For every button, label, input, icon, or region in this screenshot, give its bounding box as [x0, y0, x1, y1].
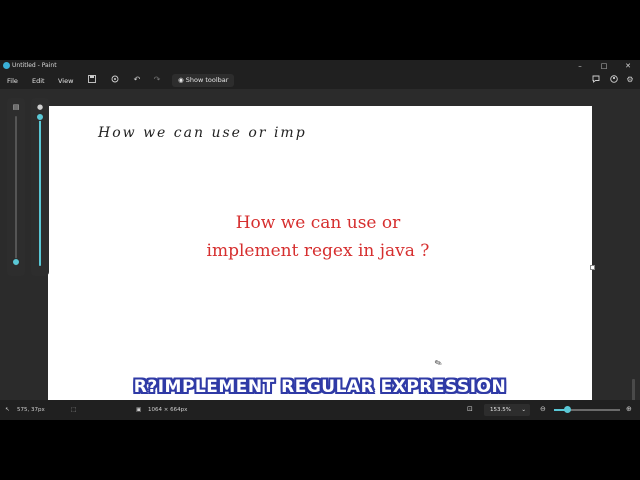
notification-icon[interactable] [591, 75, 601, 85]
fit-to-window-icon[interactable]: ⊡ [467, 405, 473, 413]
opacity-slider-panel: ● [31, 98, 49, 276]
show-toolbar-button[interactable]: ◉ Show toolbar [172, 74, 235, 87]
canvas-resize-handle[interactable] [590, 265, 595, 270]
handwritten-text: How we can use or imp [98, 125, 307, 141]
paint-window: Untitled - Paint – □ ✕ File Edit View ↶ … [0, 60, 640, 420]
window-title: Untitled - Paint [12, 62, 57, 69]
opacity-thumb[interactable] [36, 113, 44, 121]
minimize-icon[interactable]: – [568, 60, 592, 72]
drawing-canvas[interactable]: How we can use or imp How we can use or … [48, 106, 592, 400]
zoom-level: 153.5% [490, 407, 511, 413]
save-icon[interactable] [87, 75, 97, 85]
brush-size-icon: ▤ [12, 103, 20, 111]
menu-edit[interactable]: Edit [32, 77, 45, 85]
chevron-down-icon: ⌄ [521, 407, 526, 413]
redo-icon[interactable]: ↷ [152, 75, 162, 85]
paint-app-icon [3, 62, 10, 69]
cursor-icon: ↖ [5, 407, 10, 413]
eye-icon: ◉ [178, 76, 186, 84]
red-text-line-2: implement regex in java ? [206, 241, 430, 261]
share-icon[interactable] [110, 75, 120, 85]
canvas-area: How we can use or imp How we can use or … [0, 89, 640, 420]
canvas-size-icon: ▣ [136, 407, 142, 413]
maximize-icon[interactable]: □ [592, 60, 616, 72]
canvas-size: 1064 × 664px [148, 407, 188, 413]
brush-size-slider-panel: ▤ [7, 98, 25, 276]
red-text-line-1: How we can use or [235, 213, 401, 233]
undo-icon[interactable]: ↶ [132, 75, 142, 85]
pen-cursor-icon: ✎ [433, 358, 445, 370]
video-caption: R?Implement Regular Expression [133, 377, 507, 397]
opacity-fill [39, 116, 41, 266]
menu-view[interactable]: View [58, 77, 73, 85]
account-icon[interactable] [609, 75, 619, 85]
zoom-dropdown[interactable]: 153.5% ⌄ [484, 404, 530, 416]
selection-icon: ⬚ [71, 407, 77, 413]
brush-size-track[interactable] [15, 116, 17, 266]
title-bar: Untitled - Paint – □ ✕ [0, 60, 640, 72]
zoom-slider-thumb[interactable] [564, 406, 571, 413]
menu-file[interactable]: File [7, 77, 18, 85]
close-icon[interactable]: ✕ [616, 60, 640, 72]
status-bar: ↖ 575, 37px ⬚ ▣ 1064 × 664px ⊡ 153.5% ⌄ … [0, 400, 640, 420]
settings-gear-icon[interactable]: ⚙ [625, 75, 635, 85]
brush-size-thumb[interactable] [12, 258, 20, 266]
show-toolbar-label: Show toolbar [185, 76, 229, 84]
menu-bar: File Edit View ↶ ↷ ◉ Show toolbar ⚙ [0, 72, 640, 89]
zoom-in-icon[interactable]: ⊕ [626, 405, 632, 413]
opacity-drop-icon: ● [36, 103, 44, 111]
zoom-out-icon[interactable]: ⊖ [540, 405, 546, 413]
cursor-position: 575, 37px [17, 407, 45, 413]
